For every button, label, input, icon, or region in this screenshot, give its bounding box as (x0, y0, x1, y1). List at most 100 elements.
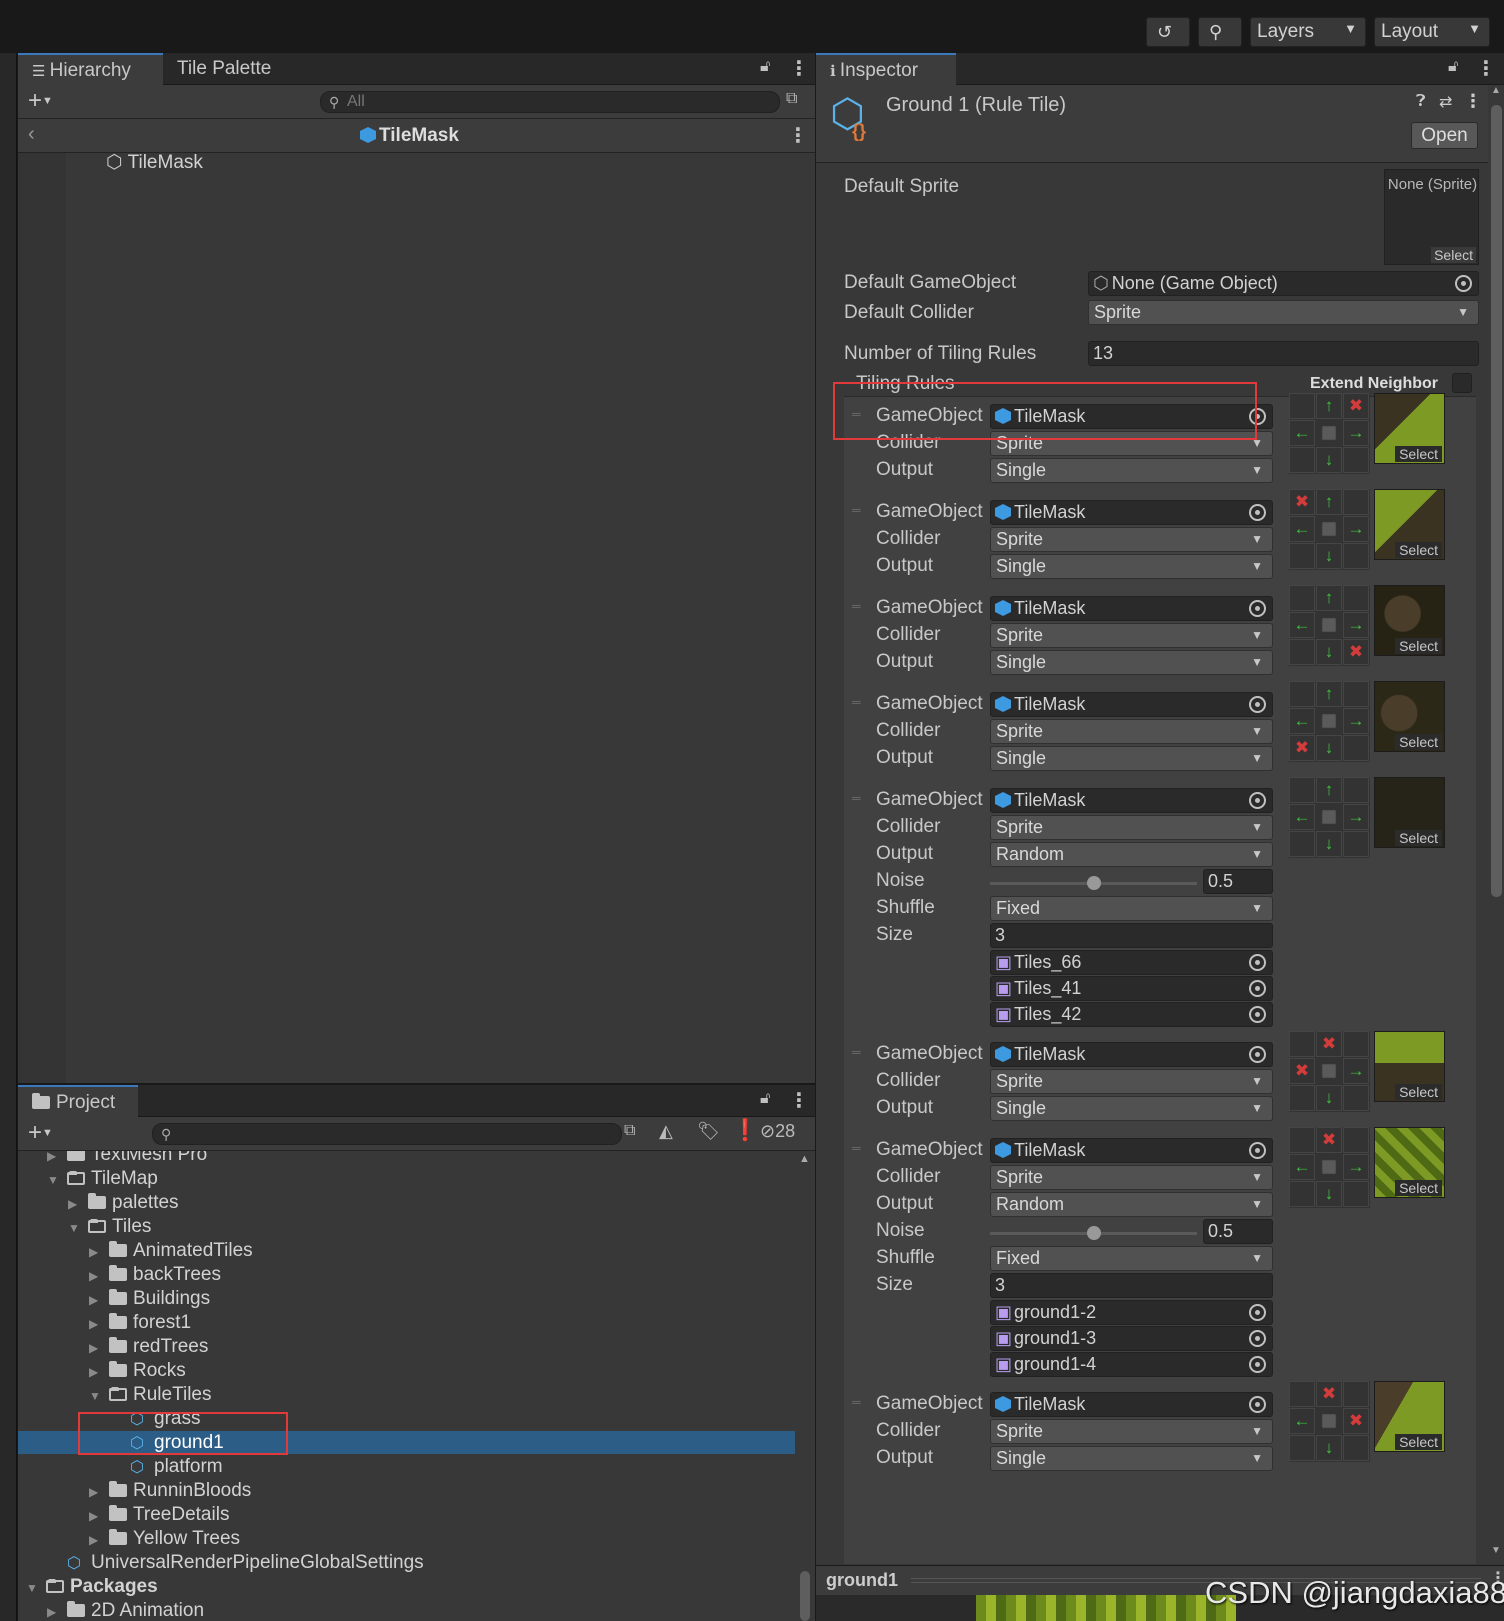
collapsed-arrow-icon[interactable]: ▶ (89, 1337, 109, 1360)
noise-slider-knob[interactable] (1086, 876, 1101, 890)
list-item[interactable]: ⬡ UniversalRenderPipelineGlobalSettings (18, 1551, 795, 1574)
layers-dropdown[interactable]: Layers ▼ (1250, 17, 1366, 47)
lock-icon[interactable]: 🔓︎ (760, 1090, 770, 1108)
hierarchy-item-tilemask[interactable]: ⬡ TileMask (106, 151, 203, 174)
object-picker-icon[interactable] (1249, 980, 1266, 997)
collider-dropdown[interactable]: Sprite ▼ (990, 1419, 1273, 1444)
collapsed-arrow-icon[interactable]: ▶ (89, 1313, 109, 1336)
neighbor-cell[interactable]: → (1343, 612, 1369, 638)
hierarchy-search-input[interactable]: All (320, 91, 780, 113)
object-picker-icon[interactable] (1249, 1046, 1266, 1063)
neighbor-cell[interactable] (1289, 543, 1315, 569)
neighbor-cell[interactable]: ↓ (1316, 831, 1342, 857)
rule-sprite-thumbnail[interactable]: Select (1374, 1381, 1445, 1452)
select-sprite-button[interactable]: Select (1395, 446, 1442, 462)
sprite-field[interactable]: ▣ Tiles_66 (990, 950, 1273, 975)
neighbor-cell[interactable]: ← (1289, 612, 1315, 638)
neighbor-cell[interactable] (1289, 1435, 1315, 1461)
output-dropdown[interactable]: Single ▼ (990, 554, 1273, 579)
list-item[interactable]: ▼ RuleTiles (18, 1383, 795, 1406)
gameobject-field[interactable]: TileMask (990, 1042, 1273, 1067)
neighbor-cell[interactable]: ← (1289, 1154, 1315, 1180)
collapsed-arrow-icon[interactable]: ▶ (89, 1529, 109, 1552)
gameobject-field[interactable]: TileMask (990, 1392, 1273, 1417)
list-item[interactable]: ▶ backTrees (18, 1263, 795, 1286)
neighbor-rule-grid[interactable]: ↑ ✖ ← → ↓ (1289, 393, 1370, 474)
neighbor-cell[interactable] (1289, 831, 1315, 857)
neighbor-cell[interactable] (1289, 585, 1315, 611)
list-item[interactable]: ▶ TreeDetails (18, 1503, 795, 1526)
neighbor-cell[interactable]: → (1343, 708, 1369, 734)
help-icon[interactable]: ❓︎ (1416, 93, 1426, 111)
scroll-thumb[interactable] (800, 1571, 810, 1621)
list-item[interactable]: ▶ TextMesh Pro (18, 1151, 795, 1166)
neighbor-cell[interactable] (1343, 735, 1369, 761)
neighbor-cell[interactable] (1343, 489, 1369, 515)
search-button[interactable]: ⚲ (1198, 17, 1242, 47)
more-options-icon[interactable]: ⋮ (789, 56, 809, 81)
neighbor-cell[interactable]: → (1343, 804, 1369, 830)
object-picker-icon[interactable] (1249, 696, 1266, 713)
object-picker-icon[interactable] (1455, 275, 1472, 292)
size-input[interactable]: 3 (990, 1273, 1273, 1298)
project-search-input[interactable] (152, 1123, 622, 1145)
add-button[interactable]: +▼ (28, 87, 53, 115)
neighbor-cell[interactable]: ↓ (1316, 1085, 1342, 1111)
neighbor-cell[interactable]: → (1343, 420, 1369, 446)
object-picker-icon[interactable] (1249, 1142, 1266, 1159)
sprite-field[interactable]: ▣ ground1-4 (990, 1352, 1273, 1377)
list-item[interactable]: ▶ palettes (18, 1191, 795, 1214)
neighbor-cell[interactable]: ↓ (1316, 1435, 1342, 1461)
select-sprite-button[interactable]: Select (1395, 734, 1442, 750)
gameobject-field[interactable]: TileMask (990, 692, 1273, 717)
neighbor-cell[interactable]: ✖ (1289, 735, 1315, 761)
gameobject-field[interactable]: TileMask (990, 596, 1273, 621)
collapsed-arrow-icon[interactable]: ▶ (89, 1241, 109, 1264)
rule-sprite-thumbnail[interactable]: Select (1374, 489, 1445, 560)
scene-menu-icon[interactable]: ⋮ (788, 123, 808, 148)
drag-handle-icon[interactable]: ═ (852, 695, 861, 709)
collider-dropdown[interactable]: Sprite ▼ (990, 719, 1273, 744)
sprite-field[interactable]: ▣ ground1-2 (990, 1300, 1273, 1325)
neighbor-cell[interactable]: ↓ (1316, 1181, 1342, 1207)
neighbor-cell[interactable]: ↓ (1316, 639, 1342, 665)
output-dropdown[interactable]: Single ▼ (990, 746, 1273, 771)
output-dropdown[interactable]: Random ▼ (990, 842, 1273, 867)
neighbor-cell[interactable]: → (1343, 1058, 1369, 1084)
expanded-arrow-icon[interactable]: ▼ (89, 1385, 109, 1408)
collider-dropdown[interactable]: Sprite ▼ (990, 815, 1273, 840)
shuffle-dropdown[interactable]: Fixed ▼ (990, 896, 1273, 921)
neighbor-cell[interactable] (1289, 447, 1315, 473)
output-dropdown[interactable]: Single ▼ (990, 458, 1273, 483)
select-sprite-button[interactable]: Select (1395, 1180, 1442, 1196)
more-options-icon[interactable]: ⋮ (1476, 56, 1496, 81)
rule-sprite-thumbnail[interactable]: Select (1374, 393, 1445, 464)
sprite-field[interactable]: ▣ ground1-3 (990, 1326, 1273, 1351)
noise-slider-knob[interactable] (1086, 1226, 1101, 1240)
rule-sprite-thumbnail[interactable]: Select (1374, 1127, 1445, 1198)
neighbor-cell[interactable] (1289, 639, 1315, 665)
neighbor-cell[interactable]: → (1343, 516, 1369, 542)
drag-handle-icon[interactable]: ═ (852, 1045, 861, 1059)
neighbor-cell[interactable] (1343, 585, 1369, 611)
expanded-arrow-icon[interactable]: ▼ (26, 1577, 46, 1600)
neighbor-cell[interactable]: ↑ (1316, 489, 1342, 515)
neighbor-cell[interactable] (1343, 681, 1369, 707)
object-picker-icon[interactable] (1249, 792, 1266, 809)
neighbor-cell[interactable] (1343, 831, 1369, 857)
neighbor-cell[interactable]: ← (1289, 420, 1315, 446)
neighbor-cell[interactable]: ← (1289, 1408, 1315, 1434)
neighbor-cell[interactable]: ← (1289, 516, 1315, 542)
neighbor-cell[interactable] (1343, 1085, 1369, 1111)
neighbor-cell[interactable] (1343, 1031, 1369, 1057)
list-item[interactable]: ▼ TileMap (18, 1167, 795, 1190)
drag-handle-icon[interactable]: ═ (852, 1395, 861, 1409)
collapsed-arrow-icon[interactable]: ▶ (89, 1361, 109, 1384)
inspector-scrollbar[interactable]: ▲ ▼ (1488, 85, 1504, 1565)
scroll-up-icon[interactable]: ▲ (1491, 85, 1501, 96)
collapsed-arrow-icon[interactable]: ▶ (89, 1265, 109, 1288)
drag-handle-icon[interactable]: ═ (852, 1141, 861, 1155)
neighbor-cell[interactable]: ✖ (1343, 393, 1369, 419)
neighbor-cell[interactable]: ↑ (1316, 393, 1342, 419)
neighbor-cell[interactable] (1289, 1381, 1315, 1407)
